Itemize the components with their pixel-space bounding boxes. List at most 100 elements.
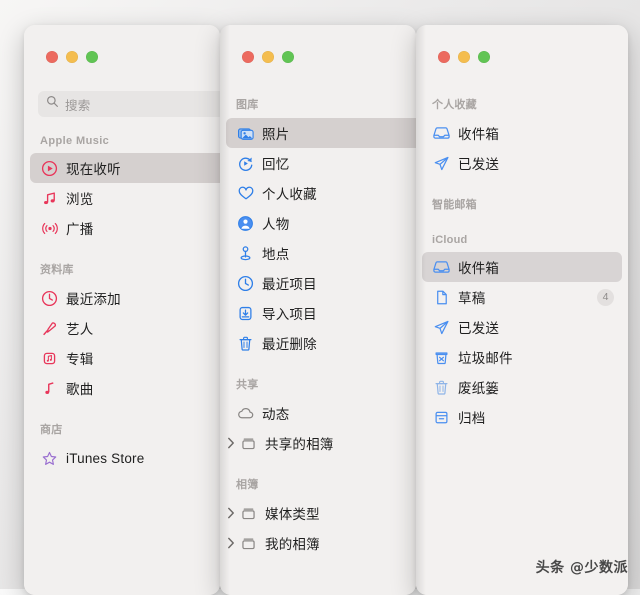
sidebar-item-label: 最近项目 [262, 277, 317, 292]
junk-icon [432, 348, 451, 367]
photos-stack-icon [236, 124, 255, 143]
zoom-button[interactable] [86, 51, 98, 63]
sidebar-item-archive[interactable]: 归档 [422, 402, 622, 432]
section-header-store: 商店 [40, 424, 63, 436]
sidebar-item-label: 广播 [66, 222, 94, 237]
sidebar-item-recents[interactable]: 最近项目 [226, 268, 416, 298]
sidebar-item-itunes-store[interactable]: iTunes Store [30, 443, 220, 473]
sidebar-item-label: 艺人 [66, 322, 94, 337]
sidebar-item-label: 草稿 [458, 291, 486, 306]
sidebar-item-label: iTunes Store [66, 450, 145, 466]
sidebar-item-label: 我的相簿 [265, 537, 320, 552]
sidebar-item-browse[interactable]: 浏览 [30, 183, 220, 213]
traffic-lights-photos [220, 25, 416, 63]
sidebar-item-label: 现在收听 [66, 162, 121, 177]
sidebar-item-recently-added[interactable]: 最近添加 [30, 283, 220, 313]
sidebar-item-people[interactable]: 人物 [226, 208, 416, 238]
section-header-apple-music: Apple Music [40, 135, 110, 147]
inbox-icon [432, 258, 451, 277]
sidebar-item-label: 照片 [262, 127, 290, 142]
music-note-icon [40, 189, 59, 208]
section-header-albums: 相簿 [236, 479, 259, 491]
paper-plane-icon [432, 318, 451, 337]
sidebar-item-photos[interactable]: 照片 [226, 118, 416, 148]
paper-plane-icon [432, 154, 451, 173]
section-header-shared: 共享 [236, 379, 259, 391]
sidebar-item-junk[interactable]: 垃圾邮件 [422, 342, 622, 372]
import-icon [236, 304, 255, 323]
trash-icon [432, 378, 451, 397]
search-placeholder: 搜索 [65, 98, 91, 113]
photos-sidebar: 图库 照片 回忆 个人收藏 人物 地点 最近项目 导入项目 最近删除 共享 动态… [220, 25, 416, 595]
sidebar-item-label: 回忆 [262, 157, 290, 172]
section-header-library: 图库 [236, 99, 259, 111]
sidebar-item-label: 地点 [262, 247, 290, 262]
sidebar-item-listen-now[interactable]: 现在收听 [30, 153, 220, 183]
cloud-icon [236, 404, 255, 423]
sidebar-item-activity[interactable]: 动态 [226, 398, 416, 428]
sidebar-item-recently-deleted[interactable]: 最近删除 [226, 328, 416, 358]
close-button[interactable] [438, 51, 450, 63]
sidebar-item-trash[interactable]: 废纸篓 [422, 372, 622, 402]
sidebar-item-label: 收件箱 [458, 261, 500, 276]
section-header-icloud: iCloud [432, 234, 468, 246]
sidebar-item-label: 最近添加 [66, 292, 121, 307]
music-sidebar-content: 搜索 Apple Music 现在收听 浏览 广播 资料库 最近添加 艺人 专辑… [24, 25, 220, 595]
status-badge: 4 [597, 288, 614, 306]
person-circle-icon [236, 214, 255, 233]
sidebar-item-sent-favorites[interactable]: 已发送 [422, 148, 622, 178]
sidebar-item-places[interactable]: 地点 [226, 238, 416, 268]
sidebar-item-radio[interactable]: 广播 [30, 213, 220, 243]
sidebar-item-my-albums[interactable]: 我的相簿 [226, 528, 416, 558]
map-pin-icon [236, 244, 255, 263]
sidebar-item-artists[interactable]: 艺人 [30, 313, 220, 343]
close-button[interactable] [242, 51, 254, 63]
music-sidebar: 搜索 Apple Music 现在收听 浏览 广播 资料库 最近添加 艺人 专辑… [24, 25, 220, 595]
minimize-button[interactable] [66, 51, 78, 63]
sidebar-item-label: 垃圾邮件 [458, 351, 513, 366]
sidebar-item-media-types[interactable]: 媒体类型 [226, 498, 416, 528]
chevron-right-icon[interactable] [225, 507, 236, 519]
clock-icon [236, 274, 255, 293]
chevron-right-icon[interactable] [225, 437, 236, 449]
sidebar-item-label: 归档 [458, 411, 486, 426]
window-mail[interactable]: 个人收藏 收件箱 已发送 智能邮箱 iCloud 收件箱 草稿 4 已发送 垃圾… [416, 25, 628, 595]
zoom-button[interactable] [478, 51, 490, 63]
chevron-right-icon[interactable] [225, 537, 236, 549]
sidebar-item-memories[interactable]: 回忆 [226, 148, 416, 178]
section-header-library: 资料库 [40, 264, 74, 276]
document-icon [432, 288, 451, 307]
sidebar-item-label: 人物 [262, 217, 290, 232]
zoom-button[interactable] [282, 51, 294, 63]
sidebar-item-label: 废纸篓 [458, 381, 500, 396]
play-circle-icon [40, 159, 59, 178]
clock-icon [40, 289, 59, 308]
window-music[interactable]: 搜索 Apple Music 现在收听 浏览 广播 资料库 最近添加 艺人 专辑… [24, 25, 220, 595]
trash-icon [236, 334, 255, 353]
sidebar-item-label: 导入项目 [262, 307, 317, 322]
sidebar-item-label: 已发送 [458, 157, 500, 172]
sidebar-item-label: 专辑 [66, 352, 94, 367]
sidebar-item-albums[interactable]: 专辑 [30, 343, 220, 373]
sidebar-item-shared-albums[interactable]: 共享的相簿 [226, 428, 416, 458]
traffic-lights-mail [416, 25, 628, 63]
sidebar-item-drafts[interactable]: 草稿 4 [422, 282, 622, 312]
search-input[interactable]: 搜索 [38, 91, 220, 117]
watermark: 头条 @少数派 [535, 560, 628, 576]
sidebar-item-inbox-icloud[interactable]: 收件箱 [422, 252, 622, 282]
sidebar-item-songs[interactable]: 歌曲 [30, 373, 220, 403]
sidebar-item-inbox-favorites[interactable]: 收件箱 [422, 118, 622, 148]
section-header-favorites: 个人收藏 [432, 99, 477, 111]
window-photos[interactable]: 图库 照片 回忆 个人收藏 人物 地点 最近项目 导入项目 最近删除 共享 动态… [220, 25, 416, 595]
close-button[interactable] [46, 51, 58, 63]
sidebar-item-imports[interactable]: 导入项目 [226, 298, 416, 328]
sidebar-item-label: 收件箱 [458, 127, 500, 142]
sidebar-item-sent-icloud[interactable]: 已发送 [422, 312, 622, 342]
mail-sidebar: 个人收藏 收件箱 已发送 智能邮箱 iCloud 收件箱 草稿 4 已发送 垃圾… [416, 25, 628, 595]
star-icon [40, 449, 59, 468]
minimize-button[interactable] [262, 51, 274, 63]
sidebar-item-label: 动态 [262, 407, 290, 422]
single-note-icon [40, 379, 59, 398]
sidebar-item-favorites[interactable]: 个人收藏 [226, 178, 416, 208]
minimize-button[interactable] [458, 51, 470, 63]
